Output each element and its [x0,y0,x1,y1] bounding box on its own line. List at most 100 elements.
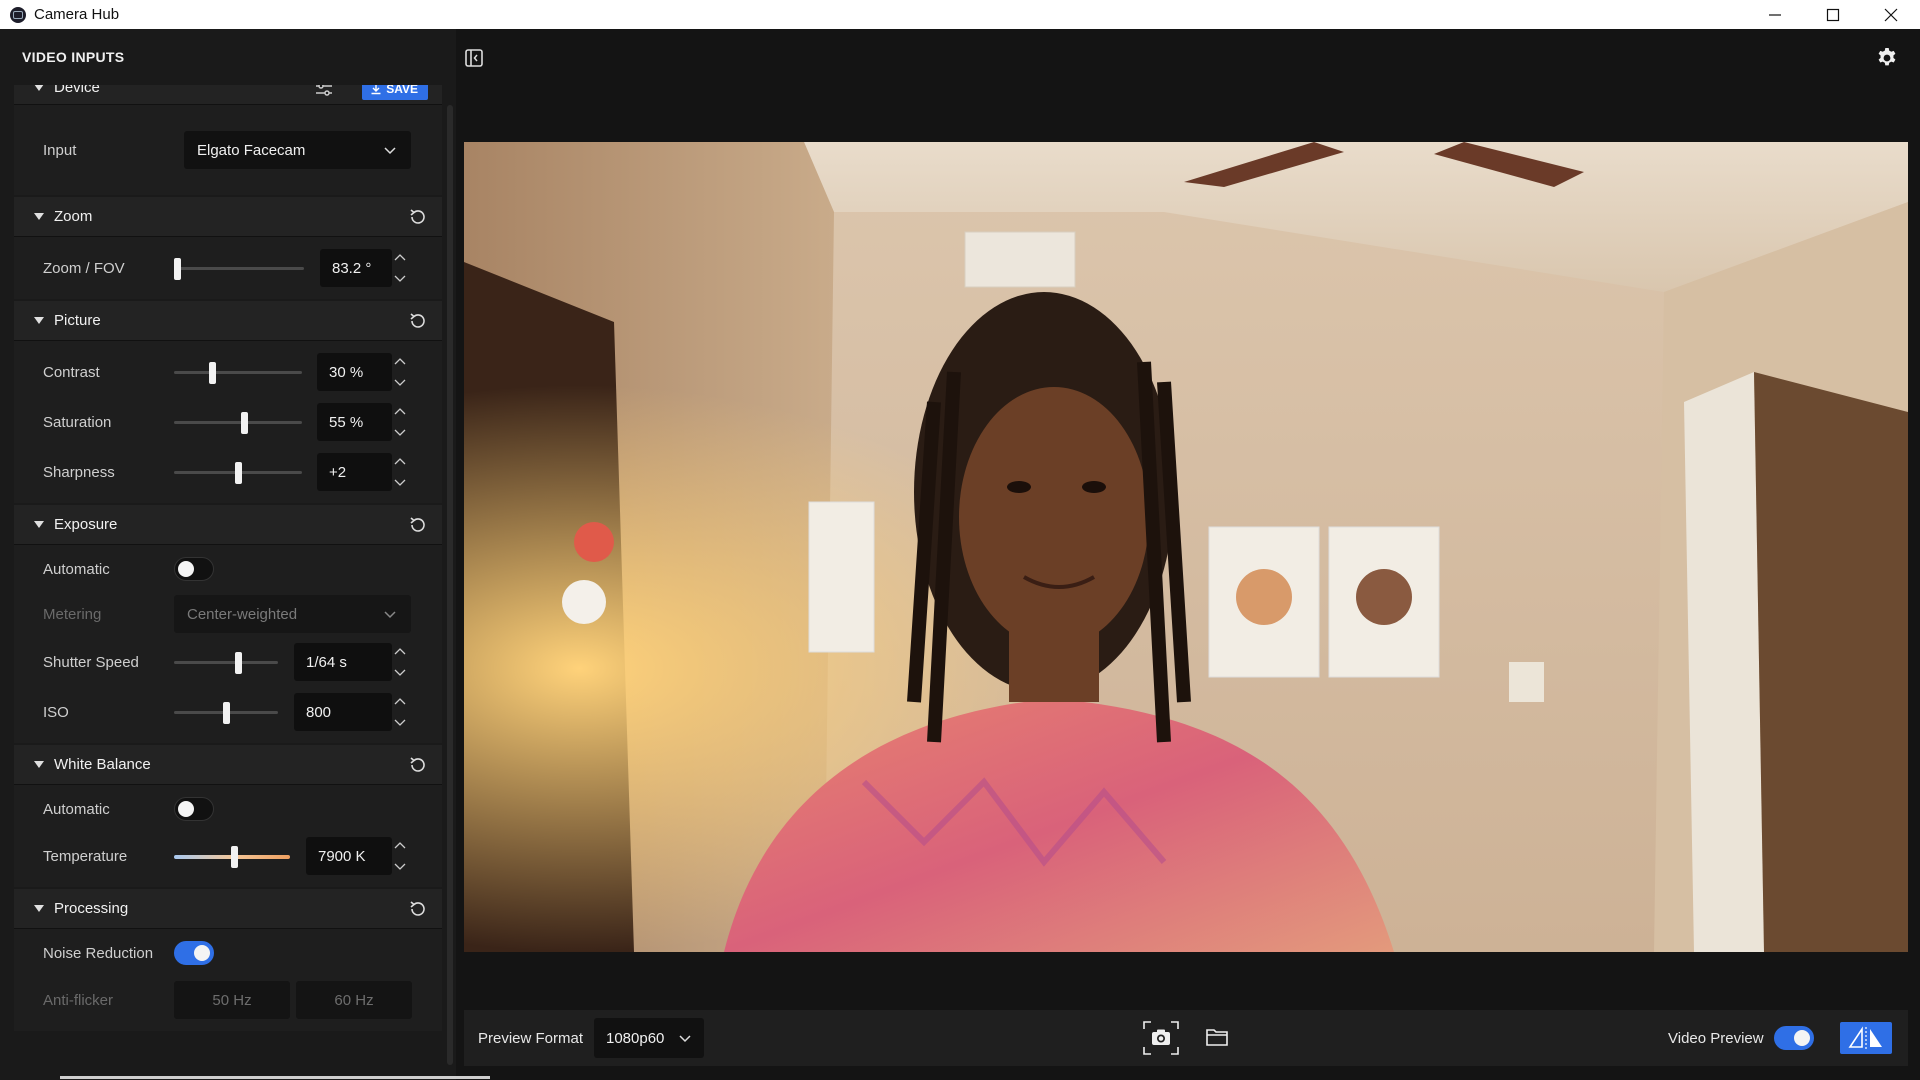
contrast-slider[interactable] [174,362,302,384]
exposure-auto-row: Automatic [14,547,442,591]
shutter-label: Shutter Speed [43,653,139,671]
iso-value-box[interactable]: 800 [294,693,392,731]
temperature-value-box[interactable]: 7900 K [306,837,392,875]
toggle-knob [194,945,210,961]
close-button[interactable] [1862,0,1920,29]
section-white-balance-body: Automatic Temperature 7900 K [14,785,442,887]
input-row: Input Elgato Facecam [14,111,442,189]
slider-track [174,421,302,424]
input-select[interactable]: Elgato Facecam [184,131,411,169]
section-processing-header[interactable]: Processing [14,889,442,929]
preview-format-label: Preview Format [478,1029,584,1047]
temperature-label: Temperature [43,847,128,865]
sharpness-stepper[interactable] [390,453,410,491]
contrast-value-box[interactable]: 30 % [317,353,392,391]
horizontal-scrollbar[interactable] [60,1076,490,1079]
settings-panel[interactable]: Device SAVE Input Elgato Facecam Zoom Zo… [14,85,442,1075]
slider-thumb[interactable] [235,652,243,674]
reset-icon[interactable] [408,755,428,775]
section-title: White Balance [54,756,151,773]
stepper-arrows-icon [394,254,406,282]
title-bar: Camera Hub [0,0,1920,29]
preview-format-value: 1080p60 [606,1029,665,1047]
reset-icon[interactable] [408,899,428,919]
slider-thumb[interactable] [209,362,217,384]
saturation-stepper[interactable] [390,403,410,441]
section-picture-header[interactable]: Picture [14,301,442,341]
maximize-icon [1826,8,1840,21]
preview-toolbar: Preview Format 1080p60 Video Preview [464,1010,1908,1066]
minimize-button[interactable] [1746,0,1804,29]
fov-slider[interactable] [173,258,304,280]
section-zoom-header[interactable]: Zoom [14,197,442,237]
iso-slider[interactable] [174,702,278,724]
video-preview-toggle[interactable] [1774,1026,1814,1050]
shutter-stepper[interactable] [390,643,410,681]
sidebar-heading: VIDEO INPUTS [22,49,125,65]
fov-label: Zoom / FOV [43,259,125,277]
shutter-value-box[interactable]: 1/64 s [294,643,392,681]
slider-thumb[interactable] [241,412,249,434]
collapse-triangle-icon [34,213,44,220]
exposure-auto-toggle[interactable] [174,557,214,581]
input-label: Input [43,141,77,159]
collapse-triangle-icon [34,85,44,91]
shutter-slider[interactable] [174,652,278,674]
reset-icon[interactable] [408,207,428,227]
slider-track [174,661,278,664]
mirror-button[interactable] [1840,1022,1892,1054]
iso-label: ISO [43,703,69,721]
iso-stepper[interactable] [390,693,410,731]
gear-icon[interactable] [1875,46,1899,70]
section-zoom-body: Zoom / FOV 83.2 ° [14,237,442,299]
section-title: Exposure [54,516,118,533]
tune-icon[interactable] [314,85,334,99]
maximize-button[interactable] [1804,0,1862,29]
collapse-triangle-icon [34,905,44,912]
anti-flicker-50hz-button[interactable]: 50 Hz [174,981,290,1019]
temperature-stepper[interactable] [390,837,410,875]
section-title: Zoom [54,208,93,225]
fov-stepper[interactable] [390,249,410,287]
section-device-body: Input Elgato Facecam [14,105,442,195]
wb-auto-toggle[interactable] [174,797,214,821]
section-processing-body: Noise Reduction Anti-flicker 50 Hz 60 Hz [14,929,442,1031]
sidebar-scrollbar[interactable] [447,105,453,1065]
fov-value: 83.2 ° [332,259,372,277]
temperature-slider[interactable] [174,846,290,868]
slider-thumb[interactable] [235,462,242,484]
slider-thumb[interactable] [173,258,181,280]
reset-icon[interactable] [408,311,428,331]
reset-icon[interactable] [408,515,428,535]
anti-flicker-60hz-button[interactable]: 60 Hz [296,981,412,1019]
noise-reduction-toggle[interactable] [174,941,214,965]
saturation-slider[interactable] [174,412,302,434]
anti-flicker-label: Anti-flicker [43,991,114,1009]
collapse-sidebar-icon[interactable] [464,48,484,68]
metering-select[interactable]: Center-weighted [174,595,411,633]
collapse-triangle-icon [34,761,44,768]
camera-hub-icon [10,6,26,23]
folder-icon[interactable] [1204,1024,1230,1050]
save-button[interactable]: SAVE [362,85,428,100]
window-title: Camera Hub [34,6,120,23]
section-device-header[interactable]: Device SAVE [14,85,442,105]
slider-thumb[interactable] [223,702,230,724]
fov-value-box[interactable]: 83.2 ° [320,249,392,287]
metering-row: Metering Center-weighted [14,591,442,637]
slider-thumb[interactable] [231,846,239,868]
stepper-arrows-icon [394,458,406,486]
sharpness-slider[interactable] [174,462,302,484]
section-picture-body: Contrast 30 % Saturation 55 % Sharpness … [14,341,442,503]
saturation-value-box[interactable]: 55 % [317,403,392,441]
sharpness-value-box[interactable]: +2 [317,453,392,491]
section-exposure-header[interactable]: Exposure [14,505,442,545]
camera-snapshot-icon[interactable] [1142,1020,1180,1056]
toggle-knob [178,561,194,577]
stepper-arrows-icon [394,698,406,726]
contrast-stepper[interactable] [390,353,410,391]
preview-format-select[interactable]: 1080p60 [594,1018,704,1058]
section-title: Device [54,85,100,96]
section-white-balance-header[interactable]: White Balance [14,745,442,785]
chevron-down-icon [384,611,396,619]
